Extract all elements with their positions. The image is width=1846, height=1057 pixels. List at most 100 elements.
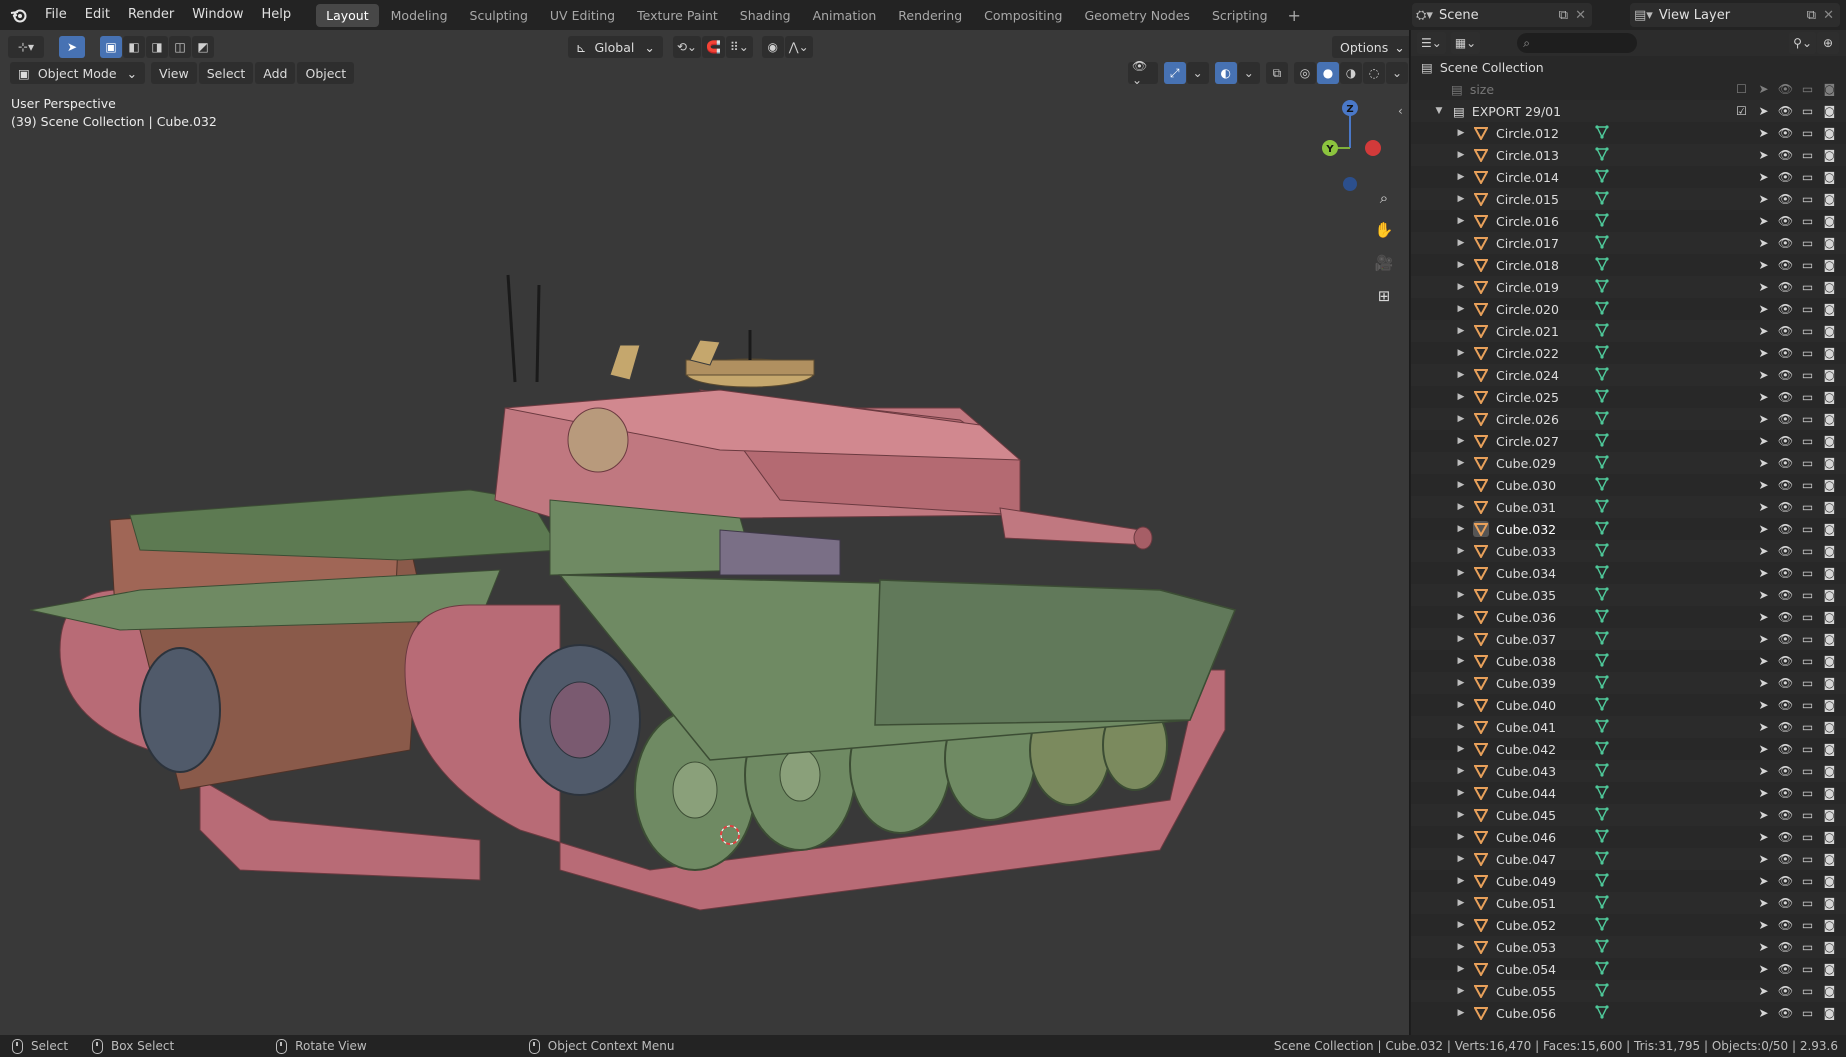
expand-arrow-icon[interactable]: ▶ bbox=[1455, 876, 1467, 886]
selectable-arrow-icon[interactable]: ➤ bbox=[1755, 258, 1772, 272]
camera-icon[interactable]: ◙ bbox=[1821, 654, 1838, 668]
mesh-data-icon[interactable] bbox=[1595, 652, 1609, 670]
camera-icon[interactable]: ◙ bbox=[1821, 368, 1838, 382]
monitor-icon[interactable]: ▭ bbox=[1799, 610, 1816, 624]
outliner-object-row[interactable]: ▶ Cube.029 ➤ 👁 ▭ ◙ bbox=[1411, 452, 1846, 474]
camera-icon[interactable]: ◙ bbox=[1821, 874, 1838, 888]
eye-icon[interactable]: 👁 bbox=[1777, 434, 1794, 448]
selectable-arrow-icon[interactable]: ➤ bbox=[1755, 104, 1772, 118]
monitor-icon[interactable]: ▭ bbox=[1799, 632, 1816, 646]
camera-icon[interactable]: ◙ bbox=[1821, 720, 1838, 734]
outliner-object-row[interactable]: ▶ Cube.039 ➤ 👁 ▭ ◙ bbox=[1411, 672, 1846, 694]
selectable-arrow-icon[interactable]: ➤ bbox=[1755, 786, 1772, 800]
workspace-tab-texture-paint[interactable]: Texture Paint bbox=[627, 4, 728, 27]
monitor-icon[interactable]: ▭ bbox=[1799, 170, 1816, 184]
eye-icon[interactable]: 👁 bbox=[1777, 126, 1794, 140]
menu-help[interactable]: Help bbox=[253, 0, 301, 30]
workspace-tab-modeling[interactable]: Modeling bbox=[381, 4, 458, 27]
expand-arrow-icon[interactable]: ▶ bbox=[1455, 986, 1467, 996]
monitor-icon[interactable]: ▭ bbox=[1799, 940, 1816, 954]
workspace-tab-geometry-nodes[interactable]: Geometry Nodes bbox=[1075, 4, 1200, 27]
outliner-object-row[interactable]: ▶ Circle.015 ➤ 👁 ▭ ◙ bbox=[1411, 188, 1846, 210]
mesh-data-icon[interactable] bbox=[1595, 256, 1609, 274]
expand-arrow-icon[interactable]: ▶ bbox=[1455, 1008, 1467, 1018]
workspace-tab-layout[interactable]: Layout bbox=[316, 3, 379, 27]
expand-arrow-icon[interactable]: ▶ bbox=[1455, 480, 1467, 490]
expand-arrow-icon[interactable]: ▶ bbox=[1455, 546, 1467, 556]
outliner-object-row[interactable]: ▶ Circle.020 ➤ 👁 ▭ ◙ bbox=[1411, 298, 1846, 320]
selectable-arrow-icon[interactable]: ➤ bbox=[1755, 148, 1772, 162]
mesh-data-icon[interactable] bbox=[1595, 872, 1609, 890]
eye-icon[interactable]: 👁 bbox=[1777, 412, 1794, 426]
camera-icon[interactable]: ◙ bbox=[1821, 764, 1838, 778]
eye-icon[interactable]: 👁 bbox=[1777, 830, 1794, 844]
mesh-data-icon[interactable] bbox=[1595, 740, 1609, 758]
xray-toggle-icon[interactable]: ⧉ bbox=[1265, 62, 1288, 84]
expand-arrow-icon[interactable]: ▶ bbox=[1455, 238, 1467, 248]
expand-arrow-icon[interactable]: ▶ bbox=[1455, 810, 1467, 820]
outliner-object-row[interactable]: ▶ Circle.016 ➤ 👁 ▭ ◙ bbox=[1411, 210, 1846, 232]
outliner-collection-row-excluded[interactable]: ▤ size ☐ ➤ 👁 ▭ ◙ bbox=[1411, 78, 1846, 100]
mesh-data-icon[interactable] bbox=[1595, 366, 1609, 384]
monitor-icon[interactable]: ▭ bbox=[1799, 852, 1816, 866]
selectable-arrow-icon[interactable]: ➤ bbox=[1755, 632, 1772, 646]
select-new-icon[interactable]: ▣ bbox=[100, 36, 122, 58]
mesh-data-icon[interactable] bbox=[1595, 542, 1609, 560]
zoom-icon[interactable]: ⌕ bbox=[1371, 185, 1397, 211]
menu-edit[interactable]: Edit bbox=[76, 0, 119, 30]
outliner-object-row[interactable]: ▶ Circle.018 ➤ 👁 ▭ ◙ bbox=[1411, 254, 1846, 276]
mesh-data-icon[interactable] bbox=[1595, 476, 1609, 494]
mesh-data-icon[interactable] bbox=[1595, 454, 1609, 472]
expand-arrow-icon[interactable]: ▶ bbox=[1455, 898, 1467, 908]
eye-icon[interactable]: 👁 bbox=[1777, 82, 1794, 96]
filter-icon[interactable]: ⚲⌄ bbox=[1789, 32, 1816, 54]
outliner-object-row[interactable]: ▶ Cube.036 ➤ 👁 ▭ ◙ bbox=[1411, 606, 1846, 628]
outliner-object-row[interactable]: ▶ Cube.031 ➤ 👁 ▭ ◙ bbox=[1411, 496, 1846, 518]
eye-icon[interactable]: 👁 bbox=[1777, 874, 1794, 888]
selectable-arrow-icon[interactable]: ➤ bbox=[1755, 434, 1772, 448]
selectable-arrow-icon[interactable]: ➤ bbox=[1755, 82, 1772, 96]
expand-arrow-icon[interactable]: ▶ bbox=[1455, 370, 1467, 380]
camera-icon[interactable]: ◙ bbox=[1821, 500, 1838, 514]
outliner-object-row[interactable]: ▶ Cube.044 ➤ 👁 ▭ ◙ bbox=[1411, 782, 1846, 804]
workspace-tab-compositing[interactable]: Compositing bbox=[974, 4, 1072, 27]
mesh-data-icon[interactable] bbox=[1595, 212, 1609, 230]
outliner-object-row[interactable]: ▶ Cube.033 ➤ 👁 ▭ ◙ bbox=[1411, 540, 1846, 562]
expand-arrow-icon[interactable]: ▶ bbox=[1455, 568, 1467, 578]
selectable-arrow-icon[interactable]: ➤ bbox=[1755, 588, 1772, 602]
mesh-data-icon[interactable] bbox=[1595, 828, 1609, 846]
monitor-icon[interactable]: ▭ bbox=[1799, 720, 1816, 734]
monitor-icon[interactable]: ▭ bbox=[1799, 698, 1816, 712]
monitor-icon[interactable]: ▭ bbox=[1799, 566, 1816, 580]
expand-arrow-icon[interactable]: ▶ bbox=[1455, 414, 1467, 424]
monitor-icon[interactable]: ▭ bbox=[1799, 368, 1816, 382]
selectable-arrow-icon[interactable]: ➤ bbox=[1755, 566, 1772, 580]
proportional-edit-icon[interactable]: ◉ bbox=[761, 36, 784, 58]
eye-icon[interactable]: 👁 bbox=[1777, 104, 1794, 118]
outliner-object-row[interactable]: ▶ Cube.054 ➤ 👁 ▭ ◙ bbox=[1411, 958, 1846, 980]
editor-type-icon[interactable]: ⊹▾ bbox=[8, 36, 44, 58]
selectable-arrow-icon[interactable]: ➤ bbox=[1755, 346, 1772, 360]
selectable-arrow-icon[interactable]: ➤ bbox=[1755, 984, 1772, 998]
outliner-object-row[interactable]: ▶ Cube.052 ➤ 👁 ▭ ◙ bbox=[1411, 914, 1846, 936]
outliner-object-row[interactable]: ▶ Cube.045 ➤ 👁 ▭ ◙ bbox=[1411, 804, 1846, 826]
eye-icon[interactable]: 👁 bbox=[1777, 478, 1794, 492]
eye-icon[interactable]: 👁 bbox=[1777, 808, 1794, 822]
monitor-icon[interactable]: ▭ bbox=[1799, 148, 1816, 162]
selectable-arrow-icon[interactable]: ➤ bbox=[1755, 676, 1772, 690]
select-menu[interactable]: Select bbox=[198, 62, 254, 84]
visibility-icon[interactable]: 👁⌄ bbox=[1128, 59, 1158, 87]
eye-icon[interactable]: 👁 bbox=[1777, 214, 1794, 228]
mesh-data-icon[interactable] bbox=[1595, 630, 1609, 648]
exclude-checkbox[interactable]: ☑ bbox=[1733, 104, 1750, 118]
mesh-data-icon[interactable] bbox=[1595, 1004, 1609, 1022]
selectable-arrow-icon[interactable]: ➤ bbox=[1755, 808, 1772, 822]
camera-icon[interactable]: ◙ bbox=[1821, 918, 1838, 932]
scene-selector[interactable]: ⛭▾ Scene ⧉ ✕ bbox=[1412, 3, 1592, 27]
options-dropdown[interactable]: Options ⌄ bbox=[1332, 36, 1409, 58]
selectable-arrow-icon[interactable]: ➤ bbox=[1755, 368, 1772, 382]
selectable-arrow-icon[interactable]: ➤ bbox=[1755, 192, 1772, 206]
camera-icon[interactable]: ◙ bbox=[1821, 104, 1838, 118]
monitor-icon[interactable]: ▭ bbox=[1799, 390, 1816, 404]
monitor-icon[interactable]: ▭ bbox=[1799, 676, 1816, 690]
